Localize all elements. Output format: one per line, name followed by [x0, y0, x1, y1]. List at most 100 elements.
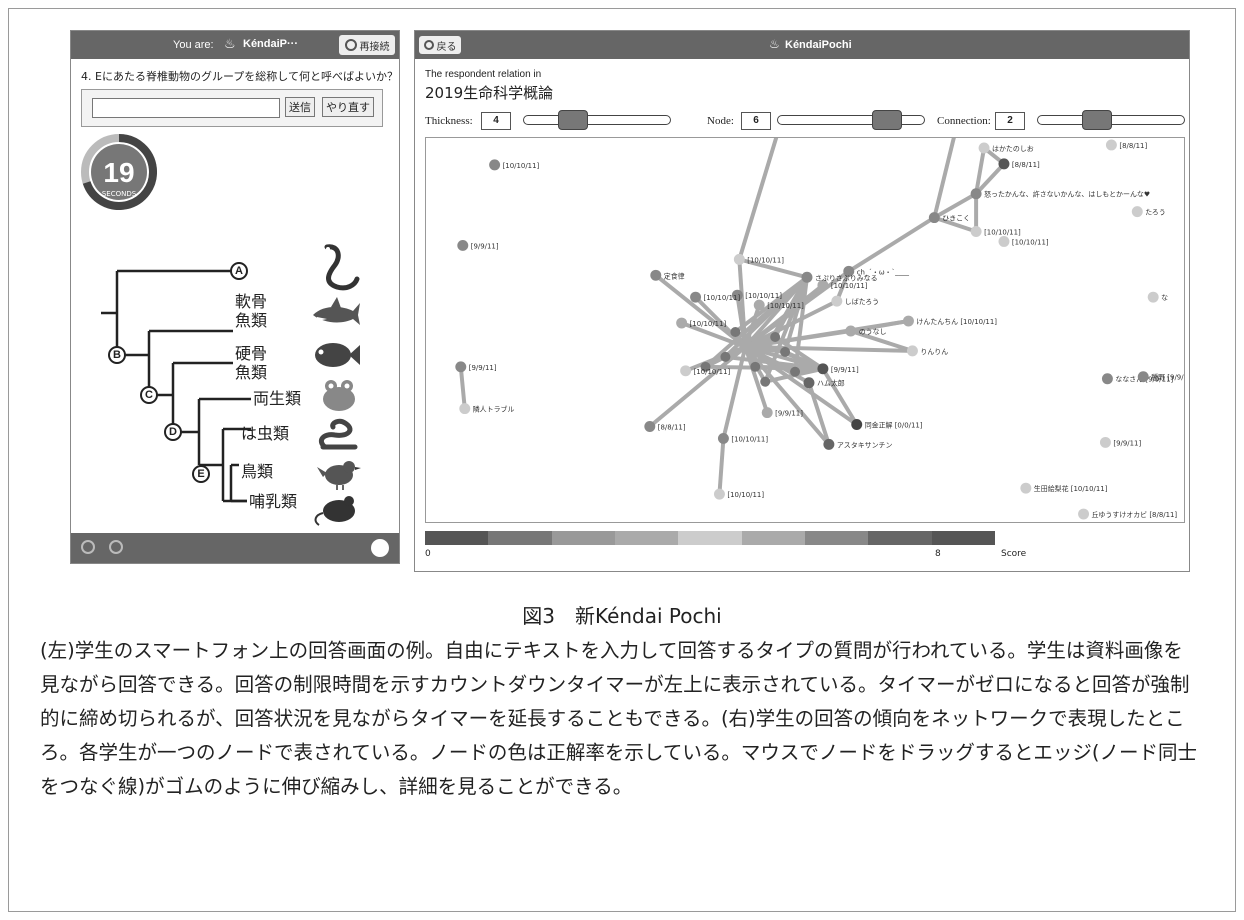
menu-icon[interactable] — [81, 540, 95, 554]
graph-node-label: さぷりさぷりみなる — [815, 274, 878, 282]
graph-node-label: しばたろう — [845, 297, 879, 306]
mouse-icon — [314, 496, 355, 526]
graph-node[interactable] — [906, 345, 918, 357]
graph-node[interactable] — [644, 421, 656, 432]
graph-node[interactable] — [817, 363, 829, 375]
graph-node-label: 定食律 — [664, 271, 685, 280]
graph-node[interactable] — [970, 226, 982, 237]
graph-node-label: アスタキサンチン — [837, 440, 893, 449]
reconnect-button[interactable]: 再接続 — [339, 35, 395, 55]
redo-button[interactable]: やり直す — [322, 97, 374, 117]
node-slider-thumb[interactable] — [872, 110, 902, 130]
graph-node-label: ひきこく — [942, 215, 970, 223]
graph-node-label: [10/10/11] — [727, 491, 764, 499]
graph-node[interactable] — [780, 346, 791, 357]
graph-node[interactable] — [717, 432, 729, 444]
node-label: Node: — [707, 115, 734, 127]
graph-node[interactable] — [998, 235, 1010, 247]
graph-node[interactable] — [1101, 373, 1113, 385]
graph-node[interactable] — [1147, 291, 1159, 303]
graph-node[interactable] — [690, 291, 702, 303]
network-view: 戻る ♨ KéndaiPochi The respondent relation… — [414, 30, 1190, 572]
graph-edge — [717, 438, 726, 495]
graph-node-label: [10/10/11] — [694, 368, 731, 376]
graph-node-label: 種野 [9/9/ — [1151, 374, 1184, 382]
graph-node[interactable] — [750, 361, 761, 372]
graph-node[interactable] — [753, 299, 765, 311]
graph-node[interactable] — [801, 271, 813, 283]
graph-node[interactable] — [676, 317, 688, 329]
graph-node[interactable] — [845, 325, 857, 337]
graph-node-label: [9/9/11] — [775, 410, 803, 418]
graph-node-label: 生田絵梨花 [10/10/11] — [1034, 484, 1108, 493]
graph-node-label: [10/10/11] — [731, 435, 768, 443]
tree-node-b: B — [108, 346, 126, 364]
graph-node[interactable] — [455, 361, 467, 373]
frog-icon — [323, 380, 355, 411]
answer-input[interactable] — [92, 98, 280, 118]
graph-node-label: たろう — [1145, 209, 1165, 217]
scale-segment — [931, 531, 995, 545]
graph-node[interactable] — [713, 488, 725, 500]
graph-node[interactable] — [650, 269, 662, 281]
back-label: 戻る — [436, 41, 457, 53]
graph-node[interactable] — [489, 159, 501, 171]
graph-node-label: [10/10/11] — [984, 228, 1021, 236]
graph-node[interactable] — [978, 142, 990, 154]
graph-node[interactable] — [831, 295, 843, 307]
graph-node[interactable] — [760, 376, 771, 387]
thickness-slider-thumb[interactable] — [558, 110, 588, 130]
graph-node-label: 丘ゆうすけオカビ [8/8/11] — [1092, 510, 1178, 519]
graph-node[interactable] — [733, 253, 745, 265]
back-button[interactable]: 戻る — [419, 36, 461, 54]
graph-node[interactable] — [457, 239, 469, 251]
tree-node-c: C — [140, 386, 158, 404]
graph-node[interactable] — [1131, 206, 1143, 218]
label-birds: 鳥類 — [241, 462, 274, 481]
graph-node[interactable] — [970, 188, 982, 200]
graph-edge — [821, 367, 859, 426]
back-icon — [423, 40, 434, 50]
graph-node[interactable] — [720, 351, 731, 362]
graph-node[interactable] — [851, 419, 863, 430]
send-button[interactable]: 送信 — [285, 97, 315, 117]
power-icon[interactable] — [371, 539, 389, 557]
graph-node[interactable] — [823, 438, 835, 450]
thickness-label: Thickness: — [425, 115, 473, 127]
score-color-scale — [425, 531, 995, 545]
connection-value[interactable]: 2 — [995, 112, 1025, 130]
thickness-slider[interactable] — [523, 115, 671, 125]
graph-edge — [737, 138, 779, 260]
graph-node[interactable] — [1099, 436, 1111, 448]
label-reptiles: は虫類 — [241, 424, 290, 443]
graph-node[interactable] — [790, 366, 801, 377]
graph-node-label: ハム太郎 — [817, 379, 845, 388]
graph-node[interactable] — [770, 331, 781, 342]
scale-segment — [551, 531, 615, 545]
node-value[interactable]: 6 — [741, 112, 771, 130]
connection-slider-thumb[interactable] — [1082, 110, 1112, 130]
graph-node[interactable] — [730, 327, 741, 337]
scale-segment — [804, 531, 869, 545]
label-cartilaginous-2: 魚類 — [235, 311, 268, 330]
graph-node[interactable] — [459, 403, 471, 415]
thickness-value[interactable]: 4 — [481, 112, 511, 130]
graph-node[interactable] — [902, 315, 914, 327]
grid-icon[interactable] — [109, 540, 123, 554]
graph-node[interactable] — [680, 365, 692, 377]
node-slider[interactable] — [777, 115, 925, 125]
graph-node[interactable] — [998, 158, 1010, 170]
graph-node[interactable] — [928, 212, 940, 224]
label-bony-2: 魚類 — [235, 363, 268, 382]
bony-fish-icon — [315, 343, 360, 367]
graph-node[interactable] — [803, 377, 815, 389]
graph-node[interactable] — [1105, 139, 1117, 151]
graph-edge — [847, 215, 936, 273]
graph-node[interactable] — [761, 407, 773, 419]
graph-node[interactable] — [1020, 482, 1032, 494]
graph-node[interactable] — [1137, 371, 1149, 383]
graph-node[interactable] — [1078, 508, 1090, 520]
scale-segment — [488, 531, 552, 545]
network-graph[interactable]: [10/10/11] [9/9/11] [10/10/11] はかたのしお [8/8/1… — [425, 137, 1185, 523]
graph-node-label: [10/10/11] — [503, 162, 540, 170]
